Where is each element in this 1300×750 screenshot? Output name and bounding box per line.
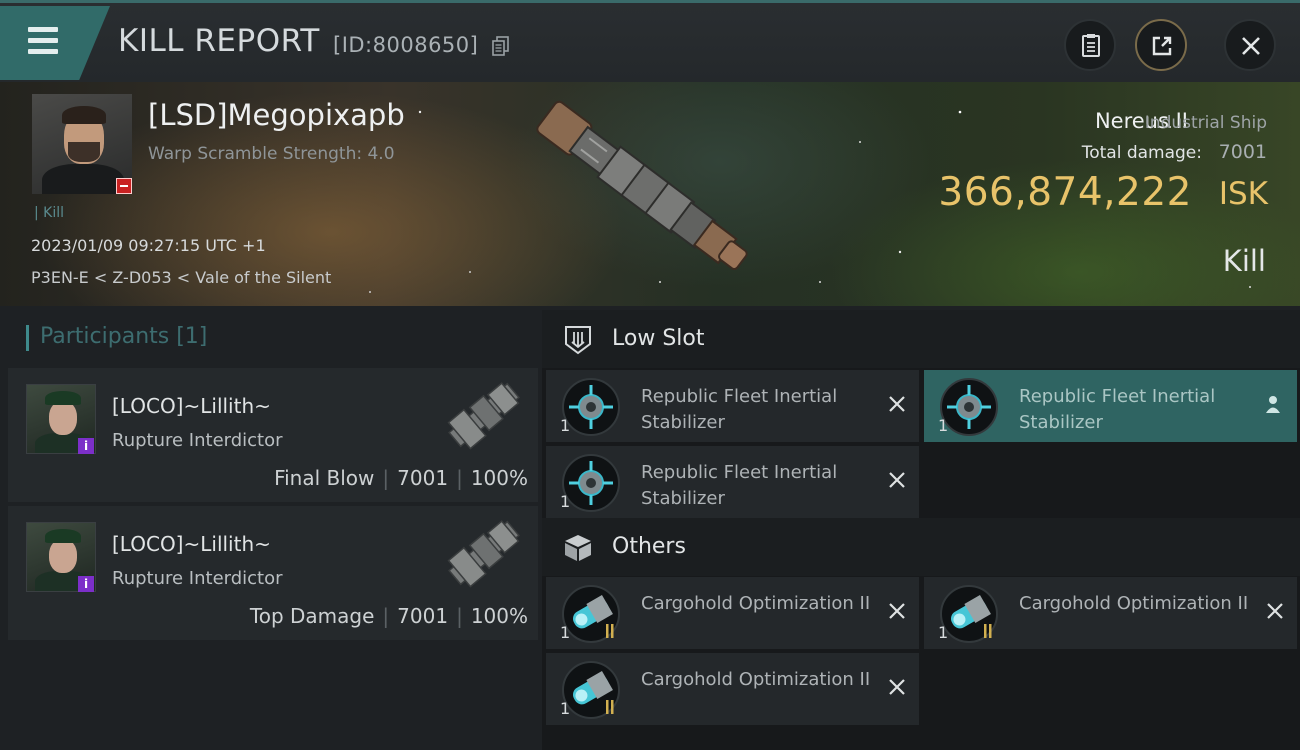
item-quantity: 1: [938, 623, 949, 642]
participants-header-bar: [26, 325, 29, 351]
low-slot-label: Low Slot: [612, 326, 705, 351]
victim-banner: [LSD]Megopixapb Warp Scramble Strength: …: [0, 82, 1300, 306]
close-button[interactable]: [1224, 19, 1276, 71]
window-title: KILL REPORT: [118, 23, 320, 59]
kill-report-window: KILL REPORT [ID:8008650] [LSD]Megopixapb…: [0, 0, 1300, 750]
item-quantity: 1: [560, 699, 571, 718]
fitted-item[interactable]: 1 Cargohold Optimization II: [924, 577, 1297, 649]
participant-ship: Rupture Interdictor: [112, 568, 283, 589]
inertial-stabilizer-icon: [562, 454, 620, 512]
low-slot-section-header: Low Slot: [542, 310, 1300, 368]
participant-role: Final Blow: [274, 466, 375, 490]
fitted-item[interactable]: 1 Republic Fleet Inertial Stabilizer: [546, 446, 919, 518]
warp-scramble-strength: Warp Scramble Strength: 4.0: [148, 144, 395, 164]
victim-ship-class: Industrial Ship: [1144, 113, 1267, 133]
inertial-stabilizer-icon: [562, 378, 620, 436]
item-name: Republic Fleet Inertial Stabilizer: [641, 462, 838, 509]
participant-damage: 7001: [397, 604, 449, 628]
item-quantity: 1: [938, 416, 949, 435]
kill-result-label: Kill: [1222, 244, 1266, 278]
participant-row[interactable]: i [LOCO]~Lillith~ Rupture Interdictor To…: [8, 506, 538, 640]
participant-stats: Top Damage | 7001 | 100%: [249, 604, 528, 628]
participant-name[interactable]: [LOCO]~Lillith~: [112, 532, 271, 556]
clipboard-icon: [1082, 34, 1100, 57]
participant-ship-render[interactable]: [438, 372, 530, 458]
alliance-info-icon[interactable]: i: [78, 576, 94, 592]
destroyed-x-icon: [889, 679, 905, 695]
low-slot-icon: [565, 326, 591, 355]
participant-row[interactable]: i [LOCO]~Lillith~ Rupture Interdictor Fi…: [8, 368, 538, 502]
participant-name[interactable]: [LOCO]~Lillith~: [112, 394, 271, 418]
item-name: Cargohold Optimization II: [641, 669, 871, 690]
item-quantity: 1: [560, 623, 571, 642]
total-damage-label: Total damage:: [1081, 143, 1202, 163]
kill-tag: | Kill: [34, 205, 65, 221]
item-quantity: 1: [560, 492, 571, 511]
victim-name[interactable]: [LSD]Megopixapb: [148, 98, 405, 132]
tech-2-badge-icon: [606, 700, 614, 714]
participant-stats: Final Blow | 7001 | 100%: [274, 466, 528, 490]
kill-id: [ID:8008650]: [333, 33, 479, 57]
kill-location[interactable]: P3EN-E < Z-D053 < Vale of the Silent: [31, 268, 331, 287]
kill-timestamp: 2023/01/09 09:27:15 UTC +1: [31, 236, 266, 255]
inertial-stabilizer-icon: [940, 378, 998, 436]
fitted-item[interactable]: 1 Cargohold Optimization II: [546, 653, 919, 725]
item-name: Cargohold Optimization II: [1019, 593, 1249, 614]
participant-percent: 100%: [470, 466, 528, 490]
isk-unit: ISK: [1218, 176, 1268, 212]
standing-badge: [116, 178, 132, 194]
others-section-header: Others: [542, 518, 1300, 576]
close-icon: [1242, 37, 1260, 55]
total-damage-value: 7001: [1218, 141, 1267, 163]
alliance-info-icon[interactable]: i: [78, 438, 94, 454]
cargo-box-icon: [565, 535, 591, 561]
fitted-item[interactable]: 1 Republic Fleet Inertial Stabilizer: [546, 370, 919, 442]
item-quantity: 1: [560, 416, 571, 435]
tech-2-badge-icon: [606, 624, 614, 638]
participant-ship: Rupture Interdictor: [112, 430, 283, 451]
dropped-person-icon: [1266, 396, 1280, 413]
destroyed-x-icon: [1267, 603, 1283, 619]
title-bar: KILL REPORT [ID:8008650]: [0, 0, 1300, 82]
participants-header: Participants [1]: [40, 324, 208, 349]
participant-role: Top Damage: [249, 604, 375, 628]
item-name: Cargohold Optimization II: [641, 593, 871, 614]
copy-icon[interactable]: [492, 36, 510, 56]
share-button[interactable]: [1135, 19, 1187, 71]
destroyed-x-icon: [889, 603, 905, 619]
tech-2-badge-icon: [984, 624, 992, 638]
fitted-item[interactable]: 1 Cargohold Optimization II: [546, 577, 919, 649]
victim-ship-render[interactable]: [520, 94, 780, 294]
destroyed-x-icon: [889, 472, 905, 488]
participant-damage: 7001: [397, 466, 449, 490]
participant-percent: 100%: [470, 604, 528, 628]
fitted-item[interactable]: 1 Republic Fleet Inertial Stabilizer: [924, 370, 1297, 442]
others-label: Others: [612, 534, 686, 559]
isk-value: 366,874,222: [938, 170, 1192, 215]
participant-ship-render[interactable]: [438, 510, 530, 596]
destroyed-x-icon: [889, 396, 905, 412]
item-name: Republic Fleet Inertial Stabilizer: [1019, 386, 1216, 433]
clipboard-button[interactable]: [1064, 19, 1116, 71]
hamburger-menu-icon[interactable]: [24, 25, 64, 59]
share-icon: [1152, 36, 1172, 56]
item-name: Republic Fleet Inertial Stabilizer: [641, 386, 838, 433]
